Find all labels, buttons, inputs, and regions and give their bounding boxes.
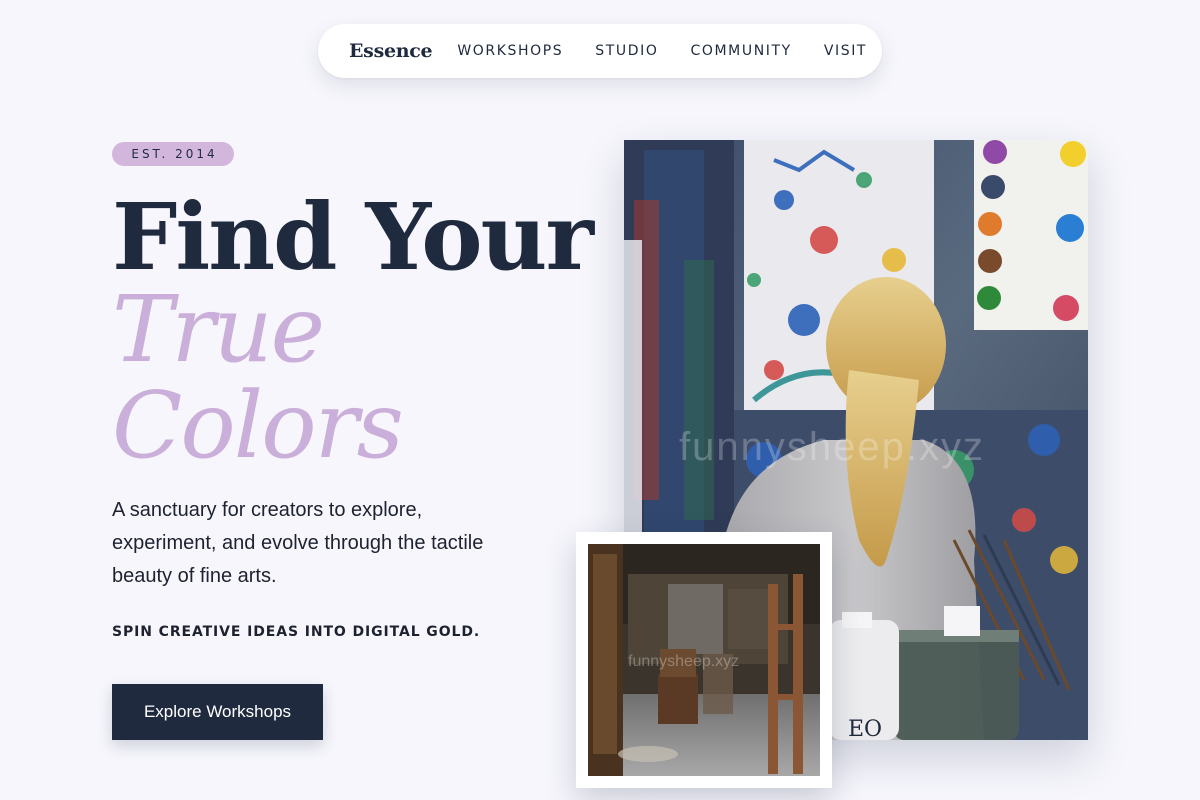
hero-title-line-2: True (112, 276, 325, 383)
inset-image-watermark: funnysheep.xyz (628, 653, 739, 670)
nav-link-studio[interactable]: STUDIO (595, 43, 658, 59)
hero-description: A sanctuary for creators to explore, exp… (112, 499, 484, 587)
studio-photo: funnysheep.xyz (588, 544, 820, 776)
nav-link-workshops[interactable]: WORKSHOPS (457, 43, 563, 59)
explore-workshops-button[interactable]: Explore Workshops (112, 684, 323, 740)
top-nav: Essence WORKSHOPS STUDIO COMMUNITY VISIT (318, 24, 882, 78)
jar-label-text: EO (848, 717, 882, 740)
brand-logo[interactable]: Essence (349, 40, 433, 62)
nav-link-community[interactable]: COMMUNITY (691, 43, 792, 59)
hero-title-line-3: Colors (112, 372, 404, 479)
est-badge: EST. 2014 (112, 142, 234, 166)
nav-link-visit[interactable]: VISIT (824, 43, 867, 59)
studio-photo-frame: funnysheep.xyz (576, 532, 832, 788)
hero-tagline: SPIN CREATIVE IDEAS INTO DIGITAL GOLD. (112, 624, 481, 640)
main-image-watermark: funnysheep.xyz (679, 425, 985, 469)
studio-interior-illustration: funnysheep.xyz (588, 544, 820, 776)
